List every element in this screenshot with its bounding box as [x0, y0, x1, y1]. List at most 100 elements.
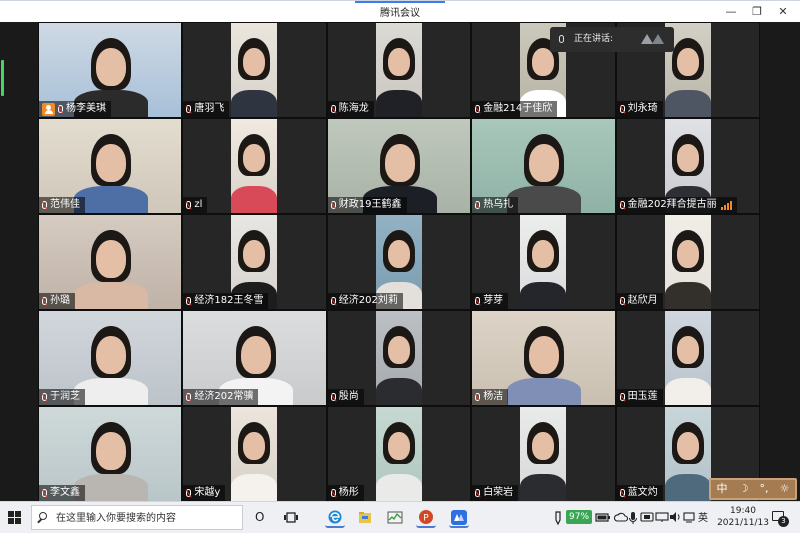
participant-nameplate: 金融214于佳欣 — [472, 101, 558, 117]
mic-muted-icon — [475, 393, 481, 401]
video-tile[interactable]: 白荣岩 — [471, 406, 616, 502]
tencent-meeting-icon[interactable] — [449, 508, 469, 528]
ime-toolbar[interactable]: 中 ☽ °, ☼ — [709, 478, 797, 500]
video-tile[interactable]: 陈海龙 — [326, 22, 472, 118]
video-tile[interactable]: 经济182王冬雪 — [182, 214, 327, 310]
participant-name: 财政19王鹤鑫 — [338, 199, 402, 210]
battery-icon[interactable] — [595, 511, 611, 525]
video-tile[interactable]: 孙璐 — [38, 214, 183, 310]
video-tile[interactable]: 赵欣月 — [615, 214, 760, 310]
mic-muted-icon — [475, 297, 481, 305]
video-tile[interactable]: 热乌扎 — [471, 118, 616, 214]
cortana-icon[interactable]: O — [255, 510, 264, 524]
participant-name: 田玉莲 — [627, 391, 658, 402]
video-tile[interactable]: 财政19王鹤鑫 — [326, 118, 472, 214]
svg-text:英: 英 — [698, 511, 708, 523]
video-feed — [664, 311, 711, 405]
participant-nameplate: 田玉莲 — [616, 389, 663, 405]
participant-name: 芽芽 — [483, 295, 504, 306]
video-tile[interactable]: 田玉莲 — [615, 310, 760, 406]
video-tile[interactable]: 杨彤 — [326, 406, 472, 502]
video-tile[interactable]: 于润芝 — [38, 310, 183, 406]
participant-name: 宋越y — [194, 487, 221, 498]
display-icon[interactable] — [655, 511, 669, 525]
video-tile[interactable]: 宋越y — [182, 406, 327, 502]
mic-muted-icon — [186, 393, 192, 401]
video-tile[interactable]: 范伟佳 — [38, 118, 183, 214]
video-grid: 杨李美琪 唐羽飞 陈海龙 金融214于佳欣 刘永琦范伟佳 zl 财政19王鹤鑫 热乌扎 金融20… — [38, 22, 760, 502]
mic-icon — [559, 35, 564, 43]
participant-nameplate: 财政19王鹤鑫 — [327, 197, 407, 213]
title-bar[interactable]: 腾讯会议 — ❐ ✕ — [0, 0, 800, 22]
volume-icon[interactable] — [669, 511, 681, 525]
pen-icon[interactable] — [553, 511, 563, 526]
participant-nameplate: 范伟佳 — [39, 197, 85, 213]
moon-icon[interactable]: ☽ — [739, 480, 749, 498]
network-icon[interactable] — [682, 511, 696, 525]
participant-nameplate: 陈海龙 — [327, 101, 374, 117]
participant-nameplate: 孙璐 — [39, 293, 75, 309]
participant-name: 金融202拜合提古丽 — [627, 199, 717, 210]
task-view-icon[interactable] — [281, 508, 301, 528]
mic-muted-icon — [330, 105, 336, 113]
video-feed — [520, 215, 567, 309]
participant-nameplate: 赵欣月 — [616, 293, 663, 309]
battery-percent[interactable]: 97% — [566, 510, 593, 524]
edge-browser-icon[interactable] — [325, 508, 345, 528]
mic-muted-icon — [42, 297, 47, 305]
participant-nameplate: 杨李美琪 — [39, 101, 111, 117]
clock-date: 2021/11/13 — [717, 518, 769, 528]
title-accent — [355, 1, 445, 3]
participant-nameplate: zl — [183, 197, 208, 213]
search-input[interactable] — [54, 509, 243, 528]
speaking-label: 正在讲话: — [574, 34, 614, 44]
participant-nameplate: 杨洁 — [472, 389, 509, 405]
system-clock[interactable]: 19:40 2021/11/13 — [712, 505, 774, 529]
task-manager-icon[interactable] — [385, 508, 405, 528]
punctuation-icon[interactable]: °, — [760, 480, 769, 498]
video-tile[interactable]: 殷尚 — [326, 310, 472, 406]
participant-nameplate: 唐羽飞 — [183, 101, 230, 117]
video-tile[interactable]: 杨洁 — [471, 310, 616, 406]
video-tile[interactable]: 金融202拜合提古丽 — [615, 118, 760, 214]
windows-start-icon[interactable] — [8, 511, 21, 524]
mic-muted-icon — [186, 105, 192, 113]
participant-name: 李文鑫 — [50, 487, 80, 498]
audio-level-indicator — [1, 60, 4, 96]
participant-name: 蓝文灼 — [627, 487, 658, 498]
file-explorer-icon[interactable] — [355, 508, 375, 528]
meeting-tray-icon[interactable] — [640, 511, 654, 525]
participant-nameplate: 刘永琦 — [616, 101, 663, 117]
participant-name: zl — [194, 199, 203, 210]
video-tile[interactable]: 经济202刘莉 — [326, 214, 472, 310]
video-tile[interactable]: 李文鑫 — [38, 406, 183, 502]
video-tile[interactable]: 唐羽飞 — [182, 22, 327, 118]
video-tile[interactable]: 杨李美琪 — [38, 22, 183, 118]
close-button[interactable]: ✕ — [772, 1, 794, 22]
video-feed — [664, 407, 711, 501]
video-tile[interactable]: zl — [182, 118, 327, 214]
video-feed — [231, 407, 278, 501]
powerpoint-icon[interactable]: P — [416, 508, 436, 528]
video-tile[interactable]: 经济202常骥 — [182, 310, 327, 406]
cloud-icon[interactable] — [613, 511, 629, 525]
video-feed — [375, 23, 422, 117]
restore-button[interactable]: ❐ — [746, 1, 768, 22]
minimize-button[interactable]: — — [720, 1, 742, 22]
participant-nameplate: 杨彤 — [327, 485, 364, 501]
participant-name: 热乌扎 — [483, 199, 514, 210]
participant-name: 于润芝 — [50, 391, 80, 402]
participant-nameplate: 李文鑫 — [39, 485, 85, 501]
mic-muted-icon — [475, 105, 481, 113]
input-method-icon[interactable]: 英 — [697, 511, 709, 525]
taskbar-search[interactable] — [31, 505, 243, 530]
video-tile[interactable]: 芽芽 — [471, 214, 616, 310]
ime-mode-button[interactable]: 中 — [717, 480, 728, 498]
notification-center-icon[interactable]: 3 — [772, 511, 789, 527]
mic-muted-icon — [42, 393, 47, 401]
clock-time: 19:40 — [730, 506, 756, 516]
settings-icon[interactable]: ☼ — [780, 480, 790, 498]
participant-nameplate: 经济202常骥 — [183, 389, 259, 405]
microphone-tray-icon[interactable] — [628, 511, 638, 525]
video-feed — [664, 215, 711, 309]
